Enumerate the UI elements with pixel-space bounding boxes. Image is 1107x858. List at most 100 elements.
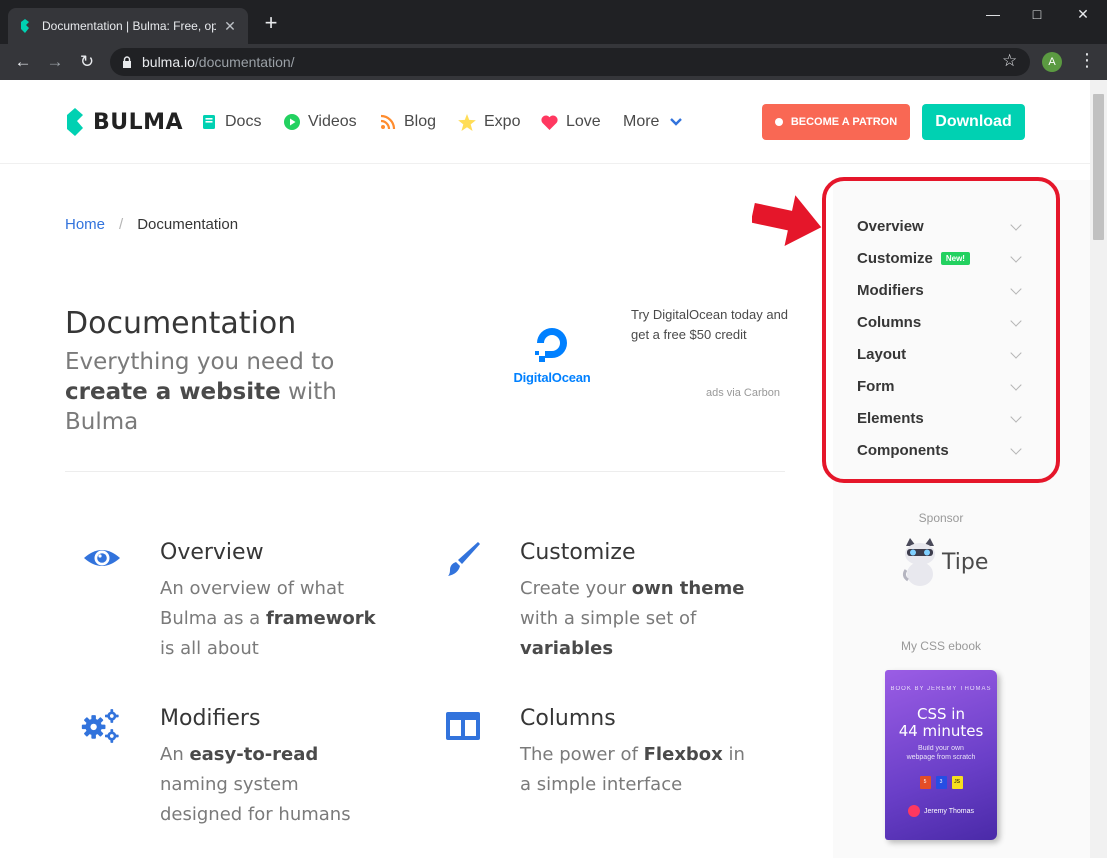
nav-love-label: Love [566, 113, 601, 130]
patreon-icon [774, 118, 783, 126]
nav-expo-label: Expo [484, 113, 521, 130]
browser-menu-icon[interactable]: ⋮ [1078, 50, 1096, 71]
profile-avatar[interactable]: A [1042, 52, 1062, 72]
desc-emphasis: variables [520, 638, 614, 659]
sponsor-label: Sponsor [918, 511, 964, 525]
desc-part: naming system designed for humans [160, 774, 351, 825]
tipe-name: Tipe [942, 549, 989, 575]
nav-videos[interactable]: Videos [284, 113, 357, 131]
tab-title: Documentation | Bulma: Free, op [42, 19, 216, 33]
desc-part: Create your [520, 578, 632, 599]
bulma-favicon-icon [21, 19, 29, 33]
desc-part: An [160, 744, 190, 765]
bookmark-star-icon[interactable]: ☆ [1002, 51, 1017, 71]
paintbrush-icon [448, 542, 480, 576]
ebook-title: CSS in 44 minutes [885, 706, 997, 740]
brand-logo[interactable]: BULMA [65, 108, 183, 136]
ads-via-carbon-link[interactable]: ads via Carbon [706, 387, 780, 399]
play-icon [284, 114, 300, 130]
nav-blog-label: Blog [404, 113, 437, 130]
download-label: Download [935, 113, 1012, 130]
author-avatar-icon [907, 805, 920, 817]
page-viewport: BULMA Docs Videos Blog Expo Love More BE… [0, 80, 1107, 858]
heart-icon [541, 114, 558, 130]
download-button[interactable]: Download [922, 104, 1025, 140]
subtitle-part: Everything you need to [65, 349, 335, 375]
close-tab-icon[interactable]: ✕ [222, 18, 238, 35]
feature-description: The power of Flexbox in a simple interfa… [520, 740, 745, 800]
digitalocean-ad-logo[interactable]: DigitalOcean [507, 322, 597, 385]
minimize-button[interactable]: — [978, 6, 1008, 22]
site-navbar: BULMA Docs Videos Blog Expo Love More BE… [0, 80, 1090, 164]
feature-title: Customize [520, 540, 636, 565]
breadcrumb-current: Documentation [137, 216, 239, 233]
reload-button[interactable]: ↻ [76, 51, 98, 73]
address-bar[interactable]: bulma.io/documentation/ [110, 48, 1030, 76]
javascript-icon: JS [951, 776, 963, 789]
back-button[interactable]: ← [12, 51, 34, 73]
feature-title: Overview [160, 540, 264, 565]
digitalocean-logo-text: DigitalOcean [513, 370, 591, 385]
lock-icon [123, 56, 131, 68]
tipe-sponsor-logo[interactable]: Tipe [900, 536, 988, 588]
become-patron-button[interactable]: BECOME A PATRON [762, 104, 910, 140]
book-icon [203, 115, 215, 129]
browser-toolbar: ← → ↻ bulma.io/documentation/ ☆ A ⋮ [0, 44, 1107, 80]
ebook-author: Jeremy Thomas [885, 805, 997, 817]
desc-emphasis: easy-to-read [189, 744, 319, 765]
digitalocean-icon [535, 328, 567, 362]
css3-icon: 3 [935, 776, 947, 789]
ebook-title-line: 44 minutes [898, 722, 984, 740]
subtitle-emphasis: create a website [65, 379, 281, 405]
annotation-arrow-icon [752, 195, 822, 247]
nav-videos-label: Videos [308, 113, 357, 130]
page-scrollbar[interactable] [1090, 80, 1107, 858]
breadcrumb-separator: / [119, 216, 124, 233]
browser-tab[interactable]: Documentation | Bulma: Free, op ✕ [8, 8, 248, 44]
nav-blog[interactable]: Blog [380, 113, 436, 131]
desc-emphasis: own theme [631, 578, 745, 599]
nav-docs-label: Docs [225, 113, 262, 130]
html5-icon: 5 [919, 776, 931, 789]
desc-part: is all about [160, 638, 259, 659]
divider [65, 471, 785, 472]
nav-expo[interactable]: Expo [458, 113, 520, 131]
columns-icon [446, 712, 480, 740]
feature-title: Modifiers [160, 706, 261, 731]
brand-name: BULMA [93, 109, 184, 135]
nav-love[interactable]: Love [541, 113, 601, 131]
browser-tabbar: Documentation | Bulma: Free, op ✕ + — □ … [0, 0, 1107, 44]
new-tab-button[interactable]: + [260, 12, 282, 34]
breadcrumb-home-link[interactable]: Home [65, 216, 105, 233]
feature-description: An overview of what Bulma as a framework… [160, 574, 385, 664]
maximize-button[interactable]: □ [1022, 6, 1052, 22]
ebook-label: My CSS ebook [900, 639, 982, 653]
breadcrumb: Home / Documentation [65, 216, 238, 233]
forward-button[interactable]: → [44, 51, 66, 73]
ebook-author-line: BOOK BY JEREMY THOMAS [890, 686, 992, 692]
feature-description: An easy-to-read naming system designed f… [160, 740, 385, 830]
nav-more-label: More [623, 113, 660, 130]
rss-icon [380, 114, 396, 130]
page-subtitle: Everything you need to create a website … [65, 347, 415, 437]
cogs-icon [81, 709, 119, 743]
page-title: Documentation [65, 306, 297, 341]
ebook-subtitle: Build your own webpage from scratch [906, 745, 976, 761]
scrollbar-thumb[interactable] [1093, 94, 1104, 240]
url-path: /documentation/ [194, 54, 295, 70]
desc-part: The power of [520, 744, 644, 765]
tipe-cat-icon [902, 538, 935, 586]
ebook-author-name: Jeremy Thomas [923, 807, 975, 815]
url-host: bulma.io [142, 54, 195, 70]
nav-docs[interactable]: Docs [201, 113, 261, 131]
desc-emphasis: Flexbox [643, 744, 723, 765]
feature-description: Create your own theme with a simple set … [520, 574, 745, 664]
ebook-title-line: CSS in [917, 705, 965, 723]
patron-label: BECOME A PATRON [790, 116, 898, 128]
ebook-cover[interactable]: BOOK BY JEREMY THOMAS CSS in 44 minutes B… [885, 670, 997, 840]
desc-part: with a simple set of [520, 608, 697, 629]
close-window-button[interactable]: ✕ [1068, 6, 1098, 23]
bulma-logo-icon [67, 108, 83, 136]
ad-text-link[interactable]: Try DigitalOcean today and get a free $5… [631, 305, 791, 345]
nav-more[interactable]: More [623, 113, 691, 131]
